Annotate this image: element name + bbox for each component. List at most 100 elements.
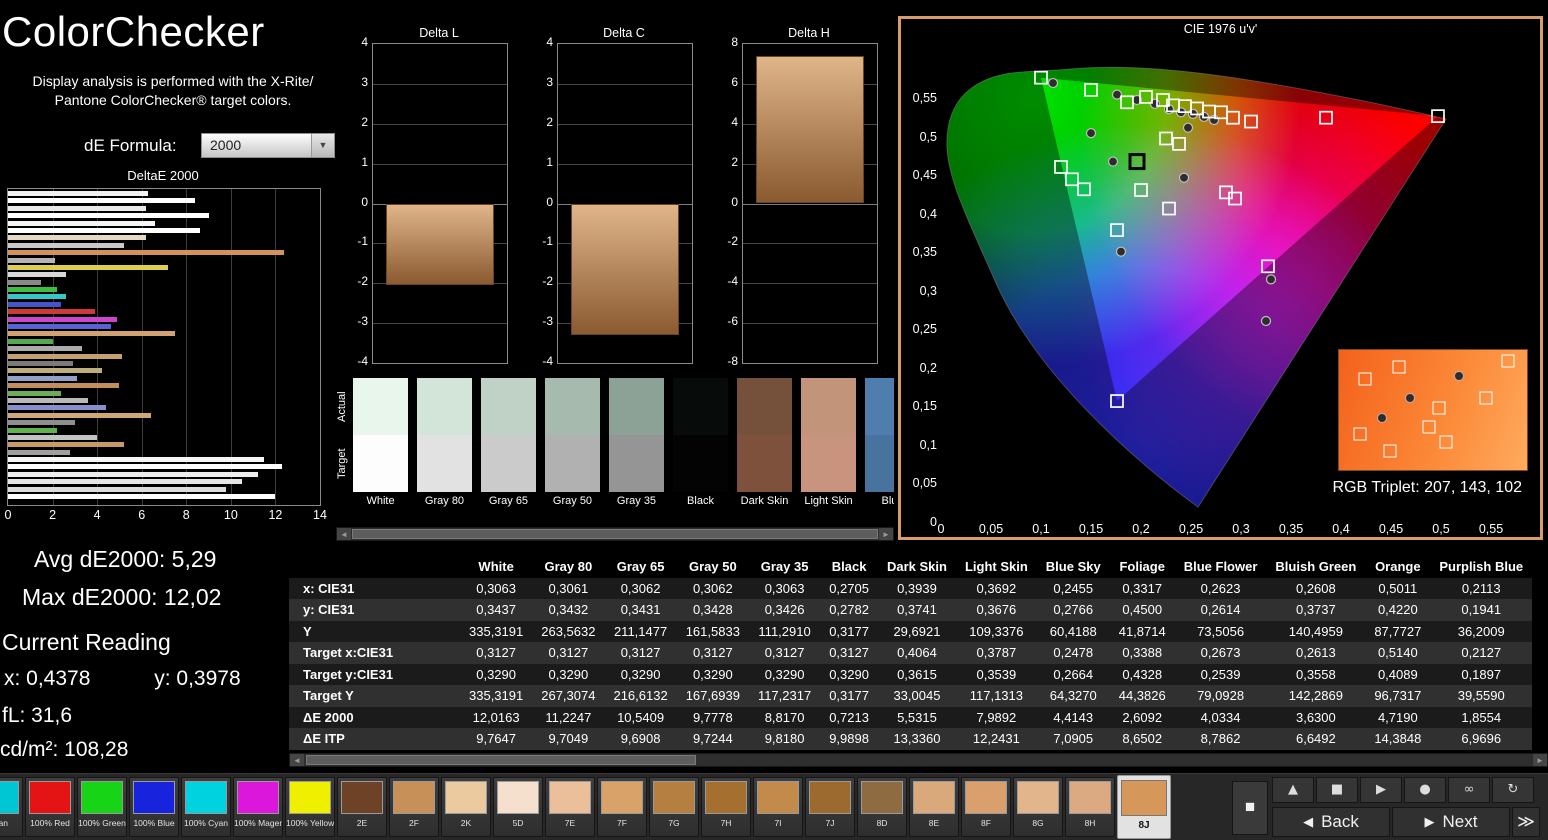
table-cell: 0,4089 xyxy=(1365,664,1430,686)
patch-button-7e[interactable]: 7E xyxy=(545,777,595,837)
record-button[interactable]: ● xyxy=(1404,777,1446,803)
axis-tick-label: 0,05 xyxy=(903,476,937,490)
eject-button[interactable]: ▲ xyxy=(1272,777,1314,803)
scrollbar-thumb[interactable] xyxy=(306,755,696,765)
deltae-bar xyxy=(8,287,57,292)
deltae-bar xyxy=(8,331,175,336)
table-cell: 14,3848 xyxy=(1365,728,1430,750)
patch-label: 7J xyxy=(806,818,854,828)
current-cdm2: cd/m²: 108,28 xyxy=(0,738,128,762)
measurement-table: WhiteGray 80Gray 65Gray 50Gray 35BlackDa… xyxy=(289,556,1532,750)
patch-button-2e[interactable]: 2E xyxy=(337,777,387,837)
patch-swatch xyxy=(549,781,591,814)
scroll-left-icon[interactable]: ◄ xyxy=(337,528,351,540)
patch-label: 8J xyxy=(1118,820,1170,831)
repeat-button[interactable]: ↻ xyxy=(1492,777,1534,803)
table-cell: 0,3428 xyxy=(677,599,749,621)
target-swatch xyxy=(545,435,600,492)
table-cell: 0,1897 xyxy=(1430,664,1532,686)
patch-label: 7E xyxy=(546,818,594,828)
table-cell: 0,3741 xyxy=(878,599,956,621)
patch-button-7h[interactable]: 7H xyxy=(701,777,751,837)
inset-target-point xyxy=(1454,371,1464,381)
scroll-right-icon[interactable]: ► xyxy=(1533,754,1547,766)
column-header: Light Skin xyxy=(956,556,1037,578)
fast-forward-button[interactable]: ≫ xyxy=(1512,807,1540,837)
table-cell: 0,2623 xyxy=(1175,578,1267,600)
patch-button-8e[interactable]: 8E xyxy=(909,777,959,837)
play-icon: ▶ xyxy=(1376,782,1386,797)
play-button[interactable]: ▶ xyxy=(1360,777,1402,803)
patch-button-7f[interactable]: 7F xyxy=(597,777,647,837)
patch-button-8d[interactable]: 8D xyxy=(857,777,907,837)
table-cell: 0,2455 xyxy=(1037,578,1110,600)
gridline xyxy=(558,124,692,125)
patch-button-100-green[interactable]: 100% Green xyxy=(77,777,127,837)
table-cell: 11,2247 xyxy=(532,707,604,729)
column-header: Gray 50 xyxy=(677,556,749,578)
patch-label: 8H xyxy=(1066,818,1114,828)
gridline xyxy=(743,243,877,244)
patch-label: 2F xyxy=(390,818,438,828)
table-cell: 0,3127 xyxy=(532,642,604,664)
next-button[interactable]: ▶ Next xyxy=(1392,807,1510,837)
patch-button-100-blue[interactable]: 100% Blue xyxy=(129,777,179,837)
table-cell: 79,0928 xyxy=(1175,685,1267,707)
chart-title: DeltaE 2000 xyxy=(2,168,324,183)
patch-button-cyan[interactable]: Cyan xyxy=(0,777,23,837)
patch-button-2f[interactable]: 2F xyxy=(389,777,439,837)
table-cell: 0,3177 xyxy=(820,621,878,643)
patch-button-100-red[interactable]: 100% Red xyxy=(25,777,75,837)
table-row: Y335,3191263,5632211,1477161,5833111,291… xyxy=(289,621,1532,643)
patch-button-8j[interactable]: 8J xyxy=(1117,775,1171,839)
patch-button-7i[interactable]: 7I xyxy=(753,777,803,837)
patch-button-100-magenta[interactable]: 100% Magenta xyxy=(233,777,283,837)
table-cell: 0,3062 xyxy=(604,578,676,600)
swatch-scrollbar[interactable]: ◄ ► xyxy=(336,527,894,541)
patch-swatch xyxy=(81,781,123,814)
chevron-down-icon[interactable]: ▼ xyxy=(311,134,334,157)
patch-button-7j[interactable]: 7J xyxy=(805,777,855,837)
de-formula-dropdown[interactable]: 2000 ▼ xyxy=(201,133,335,158)
table-cell: 2,6092 xyxy=(1110,707,1175,729)
patch-button-100-cyan[interactable]: 100% Cyan xyxy=(181,777,231,837)
gridline xyxy=(373,124,507,125)
scrollbar-thumb[interactable] xyxy=(352,529,878,539)
axis-tick-label: 8 xyxy=(183,508,190,522)
back-button[interactable]: ◀ Back xyxy=(1272,807,1390,837)
inset-measured-point xyxy=(1353,428,1366,441)
table-scrollbar[interactable]: ◄ ► xyxy=(289,753,1548,767)
patch-button-8f[interactable]: 8F xyxy=(961,777,1011,837)
table-cell: 0,2613 xyxy=(1266,642,1365,664)
column-header: Purplish Blue xyxy=(1430,556,1532,578)
patch-button-2k[interactable]: 2K xyxy=(441,777,491,837)
inset-target-point xyxy=(1405,393,1415,403)
patch-button-100-yellow[interactable]: 100% Yellow xyxy=(285,777,335,837)
deltae-bar xyxy=(8,294,66,299)
table-cell: 9,7778 xyxy=(677,707,749,729)
table-cell: 0,3432 xyxy=(532,599,604,621)
table-cell: 29,6921 xyxy=(878,621,956,643)
deltae-bar xyxy=(8,228,200,233)
de-formula-value: 2000 xyxy=(210,137,241,153)
patch-button-7g[interactable]: 7G xyxy=(649,777,699,837)
table-cell: 60,4188 xyxy=(1037,621,1110,643)
patch-button-8h[interactable]: 8H xyxy=(1065,777,1115,837)
table-cell: 0,2614 xyxy=(1175,599,1267,621)
patch-button-8g[interactable]: 8G xyxy=(1013,777,1063,837)
table-cell: 0,3063 xyxy=(749,578,820,600)
deltae-plot xyxy=(7,188,321,506)
patch-label: 100% Green xyxy=(78,818,126,828)
stop-button[interactable]: ■ xyxy=(1316,777,1358,803)
continuous-button[interactable]: ∞ xyxy=(1448,777,1490,803)
scroll-left-icon[interactable]: ◄ xyxy=(290,754,304,766)
scroll-right-icon[interactable]: ► xyxy=(879,528,893,540)
axis-tick-label: 2 xyxy=(718,155,738,169)
table-cell: 0,2673 xyxy=(1175,642,1267,664)
blank-screen-button[interactable]: ■ xyxy=(1232,781,1268,835)
table-cell: 0,3388 xyxy=(1110,642,1175,664)
patch-button-5d[interactable]: 5D xyxy=(493,777,543,837)
table-row: y: CIE310,34370,34320,34310,34280,34260,… xyxy=(289,599,1532,621)
swatch-column: Gray 35 xyxy=(609,378,664,507)
row-label: Target y:CIE31 xyxy=(289,664,460,686)
